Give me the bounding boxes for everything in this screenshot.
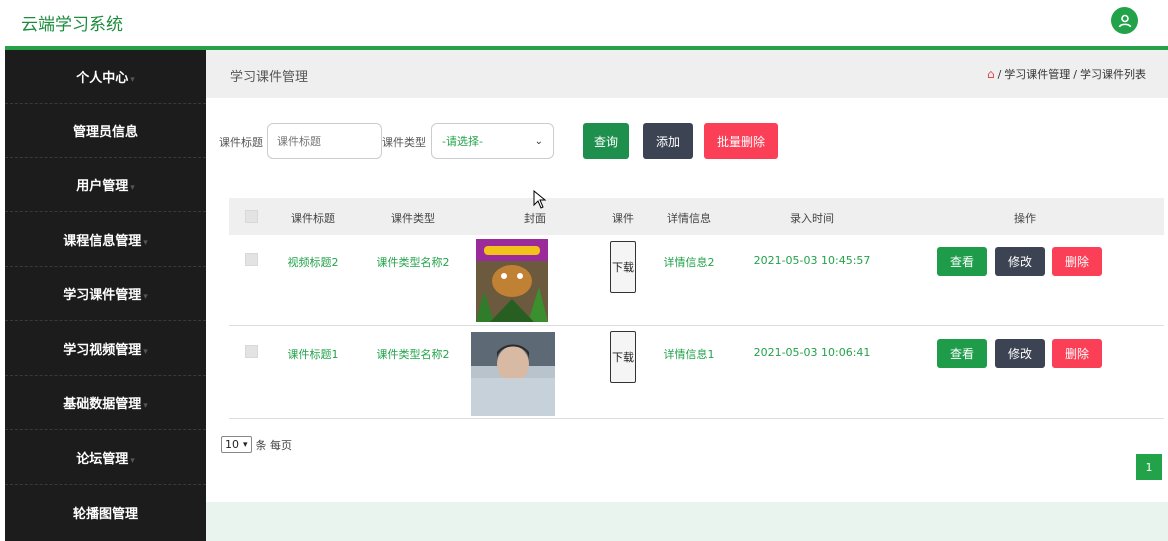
sidebar-item-forum[interactable]: 论坛管理 ▾ <box>5 431 206 485</box>
cell-title: 视频标题2 <box>287 256 339 269</box>
title-search-input[interactable] <box>267 123 382 159</box>
table-row: 视频标题2 课件类型名称2 下载 详情信息2 2021-05-03 10:45:… <box>229 235 1164 326</box>
caret-down-icon: ▾ <box>143 400 148 411</box>
column-header: 课件类型 <box>391 212 435 225</box>
home-icon[interactable]: ⌂ <box>987 67 995 81</box>
page-size-control: 10 ▾ 条 每页 <box>221 436 292 453</box>
breadcrumb-level2: 学习课件列表 <box>1080 68 1146 81</box>
row-checkbox[interactable] <box>245 345 258 358</box>
edit-button[interactable]: 修改 <box>995 247 1045 276</box>
cell-created-time: 2021-05-03 10:45:57 <box>753 254 871 267</box>
add-button[interactable]: 添加 <box>643 123 693 159</box>
sidebar-item-admin-info[interactable]: 管理员信息 <box>5 104 206 158</box>
breadcrumb-level1[interactable]: 学习课件管理 <box>1004 66 1070 82</box>
sidebar-item-course-info[interactable]: 课程信息管理 ▾ <box>5 213 206 267</box>
table-header: 课件标题 课件类型 封面 课件 详情信息 录入时间 操作 <box>229 198 1164 235</box>
select-all-checkbox[interactable] <box>245 210 258 223</box>
delete-button[interactable]: 删除 <box>1052 339 1102 368</box>
cell-created-time: 2021-05-03 10:06:41 <box>753 346 871 359</box>
app-title: 云端学习系统 <box>21 15 123 35</box>
breadcrumb-bar: 学习课件管理 ⌂ / 学习课件管理 / 学习课件列表 <box>206 50 1168 98</box>
title-filter-label: 课件标题 <box>219 136 263 149</box>
cell-title: 课件标题1 <box>287 348 339 361</box>
page-title: 学习课件管理 <box>230 70 309 85</box>
sidebar-item-user-management[interactable]: 用户管理 ▾ <box>5 158 206 212</box>
sidebar-item-base-data[interactable]: 基础数据管理 ▾ <box>5 376 206 430</box>
cell-detail: 详情信息2 <box>663 256 715 269</box>
column-header: 操作 <box>1014 212 1036 225</box>
courseware-table: 课件标题 课件类型 封面 课件 详情信息 录入时间 操作 视频标题2 课件类型名… <box>229 198 1164 420</box>
user-avatar-icon[interactable] <box>1111 7 1138 34</box>
breadcrumb: ⌂ / 学习课件管理 / 学习课件列表 <box>986 66 1146 82</box>
view-button[interactable]: 查看 <box>937 339 987 368</box>
type-select[interactable]: -请选择- ⌄ <box>431 123 554 159</box>
caret-down-icon: ▾ <box>130 74 135 85</box>
type-filter-label: 课件类型 <box>382 136 426 149</box>
caret-down-icon: ▾ <box>143 291 148 302</box>
caret-down-icon: ▾ <box>130 182 135 193</box>
cover-image <box>471 332 555 416</box>
top-bar: 云端学习系统 <box>0 0 1168 46</box>
row-checkbox[interactable] <box>245 253 258 266</box>
chevron-down-icon: ▾ <box>243 439 248 450</box>
chevron-down-icon: ⌄ <box>534 135 543 147</box>
sidebar-item-courseware[interactable]: 学习课件管理 ▾ <box>5 267 206 321</box>
footer-band <box>206 502 1168 541</box>
sidebar-item-video[interactable]: 学习视频管理 ▾ <box>5 322 206 376</box>
table-row: 课件标题1 课件类型名称2 下载 详情信息1 2021-05-03 10:06:… <box>229 326 1164 419</box>
caret-down-icon: ▾ <box>130 455 135 466</box>
view-button[interactable]: 查看 <box>937 247 987 276</box>
edit-button[interactable]: 修改 <box>995 339 1045 368</box>
column-header: 详情信息 <box>667 212 711 225</box>
mouse-cursor-icon <box>533 190 547 209</box>
delete-button[interactable]: 删除 <box>1052 247 1102 276</box>
sidebar-item-carousel[interactable]: 轮播图管理 <box>5 485 206 539</box>
cell-type: 课件类型名称2 <box>376 348 450 361</box>
caret-down-icon: ▾ <box>143 237 148 248</box>
cover-image <box>476 239 548 322</box>
download-button[interactable]: 下载 <box>610 241 636 293</box>
page-size-select[interactable]: 10 ▾ <box>221 436 252 453</box>
sidebar-item-personal-center[interactable]: 个人中心 ▾ <box>5 50 206 104</box>
column-header: 录入时间 <box>790 212 834 225</box>
column-header: 封面 <box>524 212 546 225</box>
sidebar: 个人中心 ▾ 管理员信息 用户管理 ▾ 课程信息管理 ▾ 学习课件管理 ▾ 学习视频管理… <box>5 50 206 541</box>
main-content: 学习课件管理 ⌂ / 学习课件管理 / 学习课件列表 课件标题 课件类型 -请选… <box>206 50 1168 541</box>
per-page-label: 条 每页 <box>255 438 293 452</box>
page-number-button[interactable]: 1 <box>1136 454 1162 480</box>
cell-type: 课件类型名称2 <box>376 256 450 269</box>
search-button[interactable]: 查询 <box>583 123 629 159</box>
column-header: 课件标题 <box>291 212 335 225</box>
caret-down-icon: ▾ <box>143 346 148 357</box>
cell-detail: 详情信息1 <box>663 348 715 361</box>
column-header: 课件 <box>612 212 634 225</box>
bulk-delete-button[interactable]: 批量删除 <box>704 123 778 159</box>
download-button[interactable]: 下载 <box>610 331 636 383</box>
